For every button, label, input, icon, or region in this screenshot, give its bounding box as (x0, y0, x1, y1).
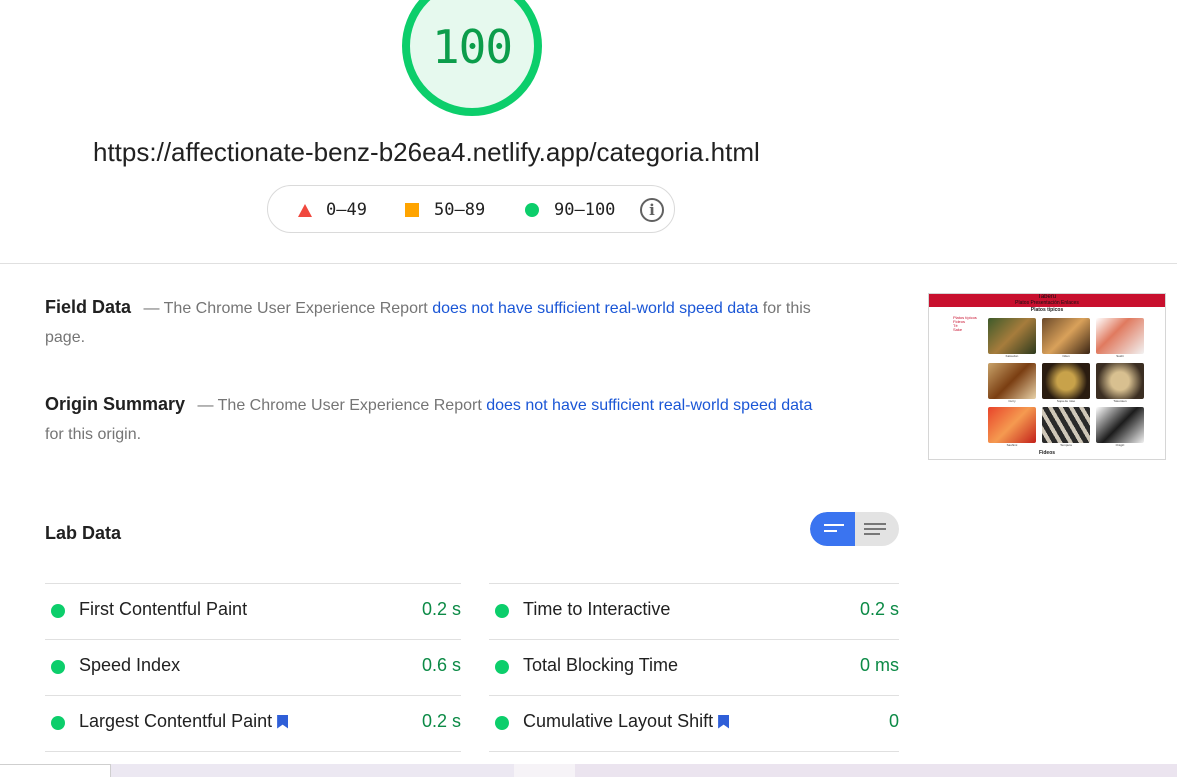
metric-time-to-interactive: Time to Interactive 0.2 s (489, 583, 899, 639)
pass-circle-icon (51, 660, 65, 674)
metric-cumulative-layout-shift: Cumulative Layout Shift 0 (489, 695, 899, 751)
pass-circle-icon (51, 604, 65, 618)
legend-pass: 90–100 (525, 200, 615, 220)
metric-total-blocking-time: Total Blocking Time 0 ms (489, 639, 899, 695)
view-summary-icon[interactable] (810, 512, 855, 546)
metric-value: 0.2 s (859, 599, 899, 619)
metric-label: Total Blocking Time (523, 655, 679, 675)
lab-data-title: Lab Data (45, 523, 122, 543)
pass-circle-icon (495, 716, 509, 730)
thumbnail-footer: Fideos (1038, 450, 1056, 456)
metric-speed-index: Speed Index 0.6 s (45, 639, 461, 695)
thumbnail-caption: Katsudon (1005, 354, 1019, 358)
thumbnail-food-image (1042, 318, 1090, 354)
thumbnail-caption: Oden (1062, 354, 1070, 358)
origin-summary-prefix: — The Chrome User Experience Report (197, 397, 487, 414)
thumbnail-sidebar-item: Sake (953, 327, 963, 332)
score-value: 100 (431, 20, 513, 74)
origin-summary-title: Origin Summary (45, 394, 186, 414)
metrics-bottom-border (45, 751, 461, 752)
thumbnail-food-image (988, 318, 1036, 354)
metric-value: 0.2 s (421, 711, 461, 731)
section-divider (0, 263, 1177, 264)
thumbnail-food-image (1042, 363, 1090, 399)
thumbnail-food-image (1096, 407, 1144, 443)
info-icon[interactable]: i (640, 198, 664, 222)
thumbnail-caption: Curry (1008, 399, 1016, 403)
pass-circle-icon (51, 716, 65, 730)
metrics-bottom-border (489, 751, 899, 752)
thumbnail-menu: Platos Presentación Enlaces (1015, 300, 1079, 306)
thumbnail-caption: Tempura (1060, 443, 1072, 447)
thumbnail-food-image (1096, 318, 1144, 354)
metric-value: 0 ms (859, 655, 899, 675)
legend-fail: 0–49 (298, 200, 367, 220)
metric-first-contentful-paint: First Contentful Paint 0.2 s (45, 583, 461, 639)
metric-label: Speed Index (79, 655, 181, 675)
view-list-icon[interactable] (855, 512, 899, 546)
thumbnail-food-image (988, 407, 1036, 443)
thumbnail-caption: Sushi (1116, 354, 1124, 358)
thumbnail-food-image (1096, 363, 1144, 399)
origin-summary-link[interactable]: does not have sufficient real-world spee… (486, 397, 812, 414)
metric-largest-contentful-paint: Largest Contentful Paint 0.2 s (45, 695, 461, 751)
metrics-view-toggle[interactable] (810, 512, 899, 546)
thumbnail-food-image (1042, 407, 1090, 443)
thumbnail-caption: Sashimi (1006, 443, 1018, 447)
thumbnail-caption: Sopa de miso (1056, 399, 1076, 403)
field-data-section: Field Data — The Chrome User Experience … (45, 293, 835, 352)
performance-score-gauge: 100 (400, 0, 544, 118)
legend-fail-label: 0–49 (326, 200, 367, 220)
metric-label: First Contentful Paint (79, 599, 248, 619)
lower-tab-edge (0, 764, 111, 777)
thumbnail-caption: Onigiri (1115, 443, 1125, 447)
metric-label-wrap: Largest Contentful Paint (79, 711, 289, 732)
thumbnail-section-title: Platos típicos (1030, 307, 1064, 313)
metric-label: Cumulative Layout Shift (523, 711, 714, 731)
origin-summary-section: Origin Summary — The Chrome User Experie… (45, 390, 825, 449)
legend-average: 50–89 (405, 200, 485, 220)
legend-pass-label: 90–100 (554, 200, 616, 220)
final-screenshot-thumbnail[interactable]: Taberu Platos Presentación Enlaces Plato… (928, 293, 1166, 460)
red-triangle-icon (298, 203, 312, 217)
pass-circle-icon (495, 660, 509, 674)
bookmark-icon (277, 714, 289, 729)
lower-page-strip (0, 764, 1177, 777)
field-data-link[interactable]: does not have sufficient real-world spee… (432, 300, 758, 317)
field-data-title: Field Data (45, 297, 132, 317)
score-legend: 0–49 50–89 90–100 i (267, 185, 675, 233)
thumbnail-food-image (988, 363, 1036, 399)
legend-average-label: 50–89 (434, 200, 486, 220)
field-data-prefix: — The Chrome User Experience Report (143, 300, 433, 317)
metric-value: 0 (888, 711, 899, 731)
green-circle-icon (525, 203, 539, 217)
orange-square-icon (405, 203, 419, 217)
metric-value: 0.6 s (421, 655, 461, 675)
metric-label: Largest Contentful Paint (79, 711, 273, 731)
metric-value: 0.2 s (421, 599, 461, 619)
metric-label-wrap: Cumulative Layout Shift (523, 711, 730, 732)
page-url: https://affectionate-benz-b26ea4.netlify… (93, 137, 760, 167)
bookmark-icon (718, 714, 730, 729)
origin-summary-suffix: for this origin. (45, 426, 142, 443)
metric-label: Time to Interactive (523, 599, 671, 619)
pass-circle-icon (495, 604, 509, 618)
thumbnail-sidebar: Platos típicos Fideos Té Sake (953, 316, 977, 332)
thumbnail-caption: Tokoroten (1113, 399, 1127, 403)
